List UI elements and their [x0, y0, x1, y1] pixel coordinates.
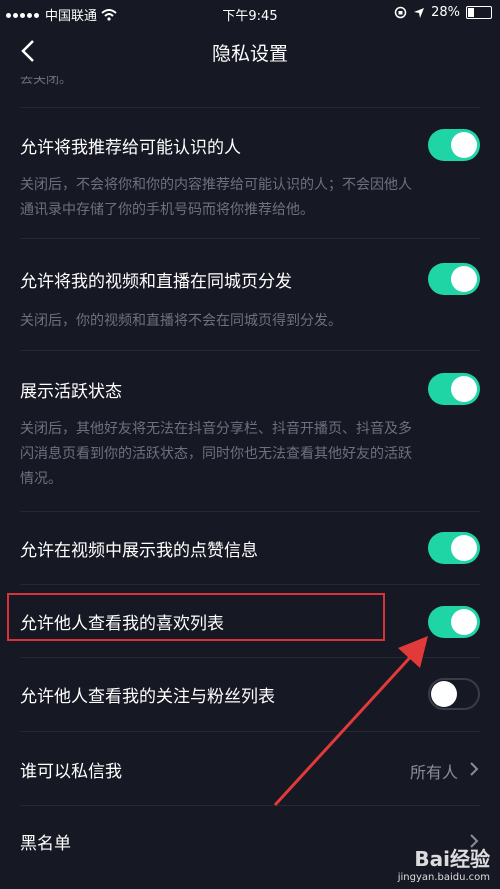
- watermark-url: jingyan.baidu.com: [397, 872, 490, 883]
- watermark-brand: Bai经验: [414, 847, 490, 871]
- watermark: Bai经验 jingyan.baidu.com: [398, 843, 490, 883]
- annotation-arrow: [273, 636, 428, 807]
